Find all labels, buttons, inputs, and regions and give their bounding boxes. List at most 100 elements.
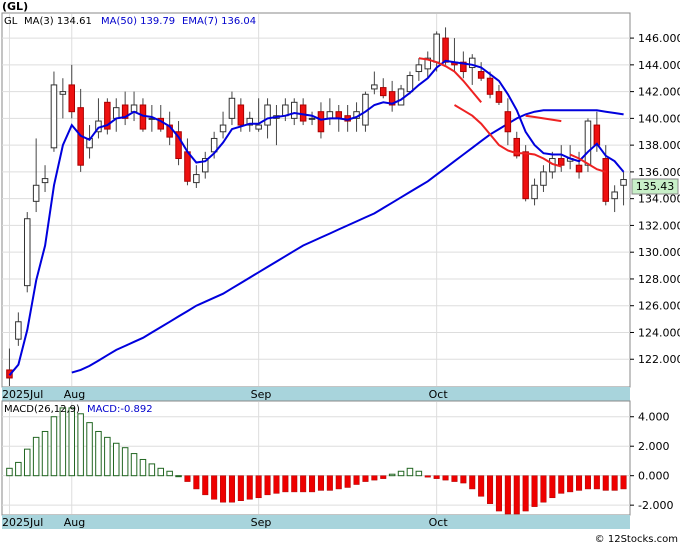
price-tick-label: 124.000	[638, 326, 680, 339]
macd-bar	[576, 475, 583, 491]
macd-bar	[602, 475, 609, 491]
macd-bar	[228, 475, 235, 503]
candle-body	[41, 178, 49, 184]
candle-body	[406, 75, 414, 93]
candle-body	[504, 111, 512, 133]
macd-bar	[424, 475, 431, 478]
macd-bar	[388, 473, 396, 477]
macd-bar	[68, 407, 76, 477]
macd-bar	[433, 475, 440, 479]
macd-bar	[531, 475, 538, 507]
candle-body	[112, 107, 120, 119]
macd-bar	[567, 475, 574, 493]
macd-bar	[273, 475, 280, 494]
macd-bar	[611, 475, 618, 491]
price-tick-label: 136.000	[638, 166, 680, 179]
price-tick-label: 144.000	[638, 59, 680, 72]
macd-bar	[23, 448, 31, 477]
macd-bar	[237, 475, 244, 501]
candle-body	[184, 151, 191, 182]
candle-body	[593, 124, 601, 146]
macd-bar	[335, 475, 342, 490]
macd-bar	[593, 475, 600, 490]
macd-bar	[504, 475, 511, 515]
price-panel	[1, 12, 631, 388]
macd-bar	[193, 475, 200, 490]
date-label: Oct	[429, 388, 449, 401]
candle-body	[326, 111, 334, 119]
macd-tick-label: 2.000	[638, 440, 670, 453]
candle-body	[32, 184, 40, 202]
candle-body	[611, 191, 618, 200]
legend-symbol: GL	[4, 16, 18, 27]
candle-body	[264, 104, 271, 126]
candle-body	[495, 91, 503, 103]
macd-bar	[540, 475, 547, 503]
macd-bar	[309, 475, 316, 493]
date-label: 2025Jul	[2, 388, 43, 401]
candle-body	[237, 104, 245, 126]
candle-body	[23, 218, 31, 287]
candle-body	[477, 71, 485, 79]
macd-bar	[264, 475, 271, 496]
macd-bar	[112, 442, 120, 477]
candle-body	[442, 37, 449, 63]
macd-bar	[15, 461, 22, 477]
macd-bar	[86, 422, 93, 477]
macd-bar	[380, 475, 387, 479]
candle-body	[15, 321, 22, 340]
date-label: 2025Jul	[2, 516, 43, 529]
macd-bar	[371, 475, 378, 481]
macd-params: MACD(26,12,9)	[4, 404, 80, 415]
macd-bar	[406, 467, 414, 477]
macd-tick-label: 0.000	[638, 470, 670, 483]
candle-body	[620, 179, 627, 186]
price-tick-label: 142.000	[638, 86, 680, 99]
macd-bar	[246, 475, 253, 500]
last-price-tag: 135.43	[636, 180, 675, 193]
candle-body	[290, 101, 298, 119]
candle-body	[602, 158, 610, 202]
price-tick-label: 146.000	[638, 32, 680, 45]
macd-bar	[415, 470, 423, 477]
macd-bar	[620, 475, 627, 490]
macd-bar	[255, 475, 262, 499]
macd-bar	[148, 463, 156, 477]
candle-body	[50, 84, 58, 149]
price-tick-label: 128.000	[638, 273, 680, 286]
candle-body	[139, 104, 147, 130]
macd-bar	[362, 475, 369, 482]
date-label: Oct	[429, 516, 449, 529]
price-axis: 122.000 124.000 126.000 128.000 130.000 132.0…	[630, 32, 680, 366]
macd-tick-label: -2.000	[638, 499, 673, 512]
credit: © 12Stocks.com	[594, 534, 678, 545]
candle-body	[557, 158, 565, 166]
price-tick-label: 122.000	[638, 353, 680, 366]
macd-date-band	[2, 515, 630, 529]
macd-bar	[317, 475, 324, 491]
macd-value: MACD:-0.892	[87, 404, 153, 415]
macd-bar	[157, 467, 165, 477]
macd-bar	[166, 470, 173, 477]
macd-bar	[549, 475, 556, 499]
candle-body	[540, 171, 547, 186]
candle-body	[486, 77, 494, 95]
macd-bar	[558, 475, 565, 494]
date-label: Sep	[251, 516, 272, 529]
macd-bar	[326, 475, 333, 491]
candle-body	[531, 184, 538, 200]
macd-bar	[469, 475, 476, 490]
macd-tick-label: 4.000	[638, 411, 670, 424]
macd-bar	[59, 407, 67, 477]
candle-body	[433, 33, 440, 63]
price-tick-label: 140.000	[638, 112, 680, 125]
macd-bar	[291, 475, 298, 493]
macd-bar	[95, 430, 102, 477]
candle-body	[193, 174, 200, 184]
macd-bar	[495, 475, 502, 512]
date-label: Aug	[64, 388, 85, 401]
date-label: Sep	[251, 388, 272, 401]
macd-bar	[184, 475, 191, 482]
price-tick-label: 126.000	[638, 300, 680, 313]
candle-body	[228, 97, 236, 119]
